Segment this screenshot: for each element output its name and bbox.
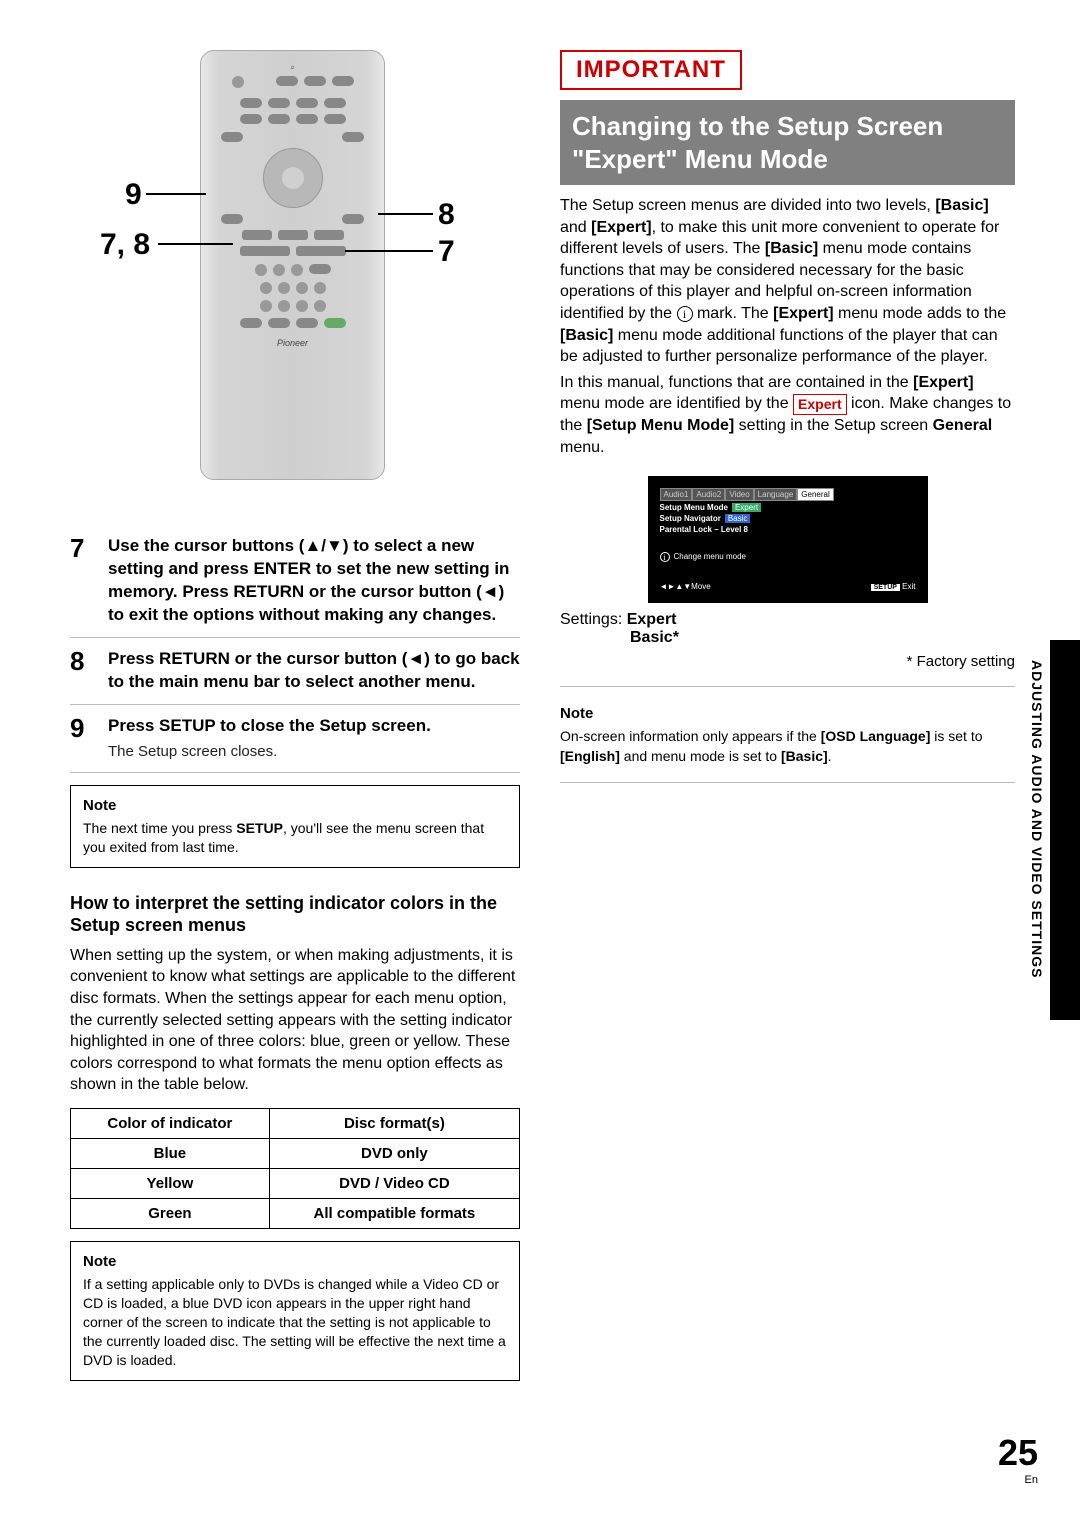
- interpret-para: When setting up the system, or when maki…: [70, 945, 520, 1096]
- important-badge: IMPORTANT: [560, 50, 742, 90]
- page-content: ⏻ Pioneer 9 7, 8: [70, 50, 1040, 1381]
- page-number-value: 25: [998, 1432, 1038, 1473]
- right-para-2: In this manual, functions that are conta…: [560, 372, 1015, 458]
- note-text: The next time you press: [83, 820, 236, 836]
- right-para-1: The Setup screen menus are divided into …: [560, 195, 1015, 368]
- step-number: 7: [70, 535, 96, 627]
- page-language: En: [998, 1474, 1038, 1486]
- step-8: 8 Press RETURN or the cursor button (◄) …: [70, 648, 520, 694]
- callout-8: 8: [438, 198, 455, 232]
- step-7: 7 Use the cursor buttons (▲/▼) to select…: [70, 535, 520, 627]
- osd-row: Setup Menu Mode Expert: [660, 503, 916, 512]
- divider: [560, 686, 1015, 687]
- remote-illustration: ⏻ Pioneer 9 7, 8: [70, 50, 520, 500]
- callout-7: 7: [438, 235, 455, 269]
- note-3: Note On-screen information only appears …: [560, 703, 1015, 766]
- table-header: Color of indicator: [71, 1109, 270, 1139]
- osd-tab: Video: [725, 488, 753, 501]
- page-number: 25 En: [998, 1432, 1038, 1486]
- osd-tab: Audio1: [660, 488, 693, 501]
- right-column: IMPORTANT Changing to the Setup Screen "…: [560, 50, 1015, 1381]
- table-row: YellowDVD / Video CD: [71, 1169, 520, 1199]
- osd-row: Parental Lock – Level 8: [660, 525, 916, 534]
- step-number: 8: [70, 648, 96, 694]
- note-title: Note: [560, 703, 1015, 724]
- remote-body: ⏻ Pioneer: [200, 50, 385, 480]
- settings-basic: Basic*: [630, 629, 1015, 647]
- step-text: Press RETURN or the cursor button (◄) to…: [108, 649, 520, 691]
- step-number: 9: [70, 715, 96, 762]
- factory-note: * Factory setting: [560, 653, 1015, 670]
- setup-chip: SETUP: [871, 584, 900, 591]
- osd-footer: ◄►▲▼Move SETUP Exit: [660, 582, 916, 591]
- arrows-icon: ◄►▲▼: [660, 582, 692, 591]
- step-subtext: The Setup screen closes.: [108, 742, 431, 762]
- format-table: Color of indicator Disc format(s) BlueDV…: [70, 1108, 520, 1229]
- osd-tabs: Audio1 Audio2 Video Language General: [660, 488, 916, 501]
- left-column: ⏻ Pioneer 9 7, 8: [70, 50, 520, 1381]
- table-row: BlueDVD only: [71, 1139, 520, 1169]
- note-box-1: Note The next time you press SETUP, you'…: [70, 785, 520, 868]
- info-icon: i: [677, 306, 693, 322]
- side-tab: [1050, 640, 1080, 1020]
- section-heading: Changing to the Setup Screen "Expert" Me…: [560, 100, 1015, 185]
- step-9: 9 Press SETUP to close the Setup screen.…: [70, 715, 520, 762]
- divider: [70, 637, 520, 638]
- note-strong: SETUP: [236, 820, 283, 836]
- note-box-2: Note If a setting applicable only to DVD…: [70, 1241, 520, 1381]
- osd-hint: i Change menu mode: [660, 552, 916, 562]
- divider: [70, 772, 520, 773]
- callout-9: 9: [125, 178, 142, 212]
- osd-screenshot: Audio1 Audio2 Video Language General Set…: [648, 476, 928, 603]
- table-header: Disc format(s): [269, 1109, 519, 1139]
- divider: [70, 704, 520, 705]
- osd-row: Setup Navigator Basic: [660, 514, 916, 523]
- info-icon: i: [660, 552, 670, 562]
- step-text: Press SETUP to close the Setup screen.: [108, 716, 431, 735]
- table-row: GreenAll compatible formats: [71, 1199, 520, 1229]
- interpret-heading: How to interpret the setting indicator c…: [70, 892, 520, 937]
- remote-logo: Pioneer: [211, 338, 374, 348]
- settings-line: Settings: Expert: [560, 611, 1015, 629]
- table-header-row: Color of indicator Disc format(s): [71, 1109, 520, 1139]
- note-title: Note: [83, 796, 507, 816]
- osd-tab: Language: [754, 488, 798, 501]
- osd-tab-active: General: [797, 488, 833, 501]
- divider: [560, 782, 1015, 783]
- side-section-label: ADJUSTING AUDIO AND VIDEO SETTINGS: [1029, 660, 1045, 978]
- callout-7-8: 7, 8: [100, 228, 150, 262]
- step-text: Use the cursor buttons (▲/▼) to select a…: [108, 536, 509, 624]
- expert-icon: Expert: [793, 394, 847, 415]
- note-text: If a setting applicable only to DVDs is …: [83, 1276, 506, 1368]
- osd-tab: Audio2: [692, 488, 725, 501]
- note-title: Note: [83, 1252, 507, 1272]
